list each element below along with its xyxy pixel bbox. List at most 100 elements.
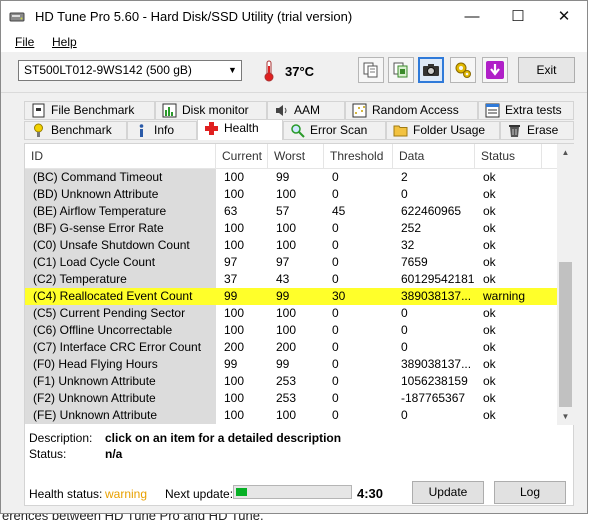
chevron-down-icon[interactable]: ▼ <box>224 61 241 80</box>
column-header-threshold[interactable]: Threshold <box>324 144 393 168</box>
tab-aam[interactable]: AAM <box>267 101 345 120</box>
tab-label: AAM <box>294 103 321 117</box>
table-row[interactable]: (BE) Airflow Temperature 63 57 45 622460965 o… <box>25 203 557 220</box>
cell-worst: 253 <box>276 391 297 405</box>
tab-disk-monitor[interactable]: Disk monitor <box>155 101 267 120</box>
cell-current: 37 <box>224 272 238 286</box>
cell-status: ok <box>483 221 496 235</box>
scroll-down-icon[interactable]: ▼ <box>557 408 574 425</box>
cell-threshold: 0 <box>332 306 339 320</box>
screenshot-button[interactable] <box>418 57 444 83</box>
cell-current: 200 <box>224 340 245 354</box>
table-row[interactable]: (FE) Unknown Attribute 100 100 0 0 ok <box>25 407 557 424</box>
options-button[interactable] <box>450 57 476 83</box>
tab-label: Disk monitor <box>182 103 249 117</box>
tab-error-scan[interactable]: Error Scan <box>283 121 386 140</box>
cell-data: 0 <box>401 306 408 320</box>
maximize-button[interactable]: ☐ <box>495 1 541 32</box>
scroll-up-icon[interactable]: ▲ <box>557 144 574 161</box>
cell-id: (F0) Head Flying Hours <box>25 356 216 373</box>
table-row[interactable]: (C1) Load Cycle Count 97 97 0 7659 ok <box>25 254 557 271</box>
copy-info-button[interactable] <box>358 57 384 83</box>
smart-table: ID Current Worst Threshold Data Status (… <box>25 144 574 425</box>
cell-threshold: 0 <box>332 272 339 286</box>
close-button[interactable]: ✕ <box>541 1 587 32</box>
cell-data: 32 <box>401 238 415 252</box>
cell-status: ok <box>483 272 496 286</box>
cell-id: (C6) Offline Uncorrectable <box>25 322 216 339</box>
vertical-scrollbar[interactable]: ▲ ▼ <box>557 144 574 425</box>
description-label: Description: <box>29 431 93 445</box>
save-report-button[interactable] <box>482 57 508 83</box>
cell-worst: 100 <box>276 306 297 320</box>
cell-status: ok <box>483 170 496 184</box>
cell-worst: 100 <box>276 408 297 422</box>
cell-data: 622460965 <box>401 204 462 218</box>
drive-select[interactable]: ST500LT012-9WS142 (500 gB) ▼ <box>18 60 242 81</box>
cell-threshold: 0 <box>332 408 339 422</box>
cell-threshold: 0 <box>332 323 339 337</box>
extra-tests-icon <box>485 103 500 118</box>
title-bar: HD Tune Pro 5.60 - Hard Disk/SSD Utility… <box>1 1 587 32</box>
table-row[interactable]: (C0) Unsafe Shutdown Count 100 100 0 32 ok <box>25 237 557 254</box>
cell-id: (FE) Unknown Attribute <box>25 407 216 424</box>
app-disk-icon <box>9 12 25 22</box>
table-row[interactable]: (F2) Unknown Attribute 100 253 0 -187765367 o… <box>25 390 557 407</box>
cell-threshold: 0 <box>332 187 339 201</box>
column-header-status[interactable]: Status <box>475 144 542 168</box>
cell-data: 7659 <box>401 255 428 269</box>
cell-worst: 200 <box>276 340 297 354</box>
exit-button[interactable]: Exit <box>518 57 575 83</box>
menu-file[interactable]: File <box>15 35 34 49</box>
log-button[interactable]: Log <box>494 481 566 504</box>
tab-random-access[interactable]: Random Access <box>345 101 478 120</box>
minimize-button[interactable]: — <box>449 1 495 32</box>
table-row[interactable]: (C6) Offline Uncorrectable 100 100 0 0 ok <box>25 322 557 339</box>
tab-extra-tests[interactable]: Extra tests <box>478 101 574 120</box>
tab-health[interactable]: Health <box>197 119 283 140</box>
column-header-worst[interactable]: Worst <box>268 144 324 168</box>
tab-label: Info <box>154 123 175 137</box>
cell-id: (C0) Unsafe Shutdown Count <box>25 237 216 254</box>
update-button[interactable]: Update <box>412 481 484 504</box>
table-row[interactable]: (BC) Command Timeout 100 99 0 2 ok <box>25 169 557 186</box>
cell-id: (F2) Unknown Attribute <box>25 390 216 407</box>
app-window: HD Tune Pro 5.60 - Hard Disk/SSD Utility… <box>0 0 588 514</box>
cell-id: (C4) Reallocated Event Count <box>25 288 216 305</box>
cell-id: (BF) G-sense Error Rate <box>25 220 216 237</box>
cell-current: 100 <box>224 408 245 422</box>
table-row[interactable]: (BD) Unknown Attribute 100 100 0 0 ok <box>25 186 557 203</box>
cell-data: -187765367 <box>401 391 466 405</box>
cell-threshold: 0 <box>332 170 339 184</box>
tab-benchmark[interactable]: Benchmark <box>24 121 127 140</box>
cell-worst: 43 <box>276 272 290 286</box>
tab-folder-usage[interactable]: Folder Usage <box>386 121 500 140</box>
tab-label: Health <box>224 121 259 135</box>
tab-file-benchmark[interactable]: File Benchmark <box>24 101 155 120</box>
menu-help[interactable]: Help <box>52 35 77 49</box>
cell-data: 1056238159 <box>401 374 468 388</box>
table-row[interactable]: (C4) Reallocated Event Count 99 99 30 389038… <box>25 288 557 305</box>
column-header-data[interactable]: Data <box>393 144 475 168</box>
table-row[interactable]: (C2) Temperature 37 43 0 60129542181 ok <box>25 271 557 288</box>
table-row[interactable]: (F0) Head Flying Hours 99 99 0 389038137... o… <box>25 356 557 373</box>
cell-threshold: 0 <box>332 238 339 252</box>
table-row[interactable]: (BF) G-sense Error Rate 100 100 0 252 ok <box>25 220 557 237</box>
health-cross-icon <box>205 122 218 135</box>
column-header-current[interactable]: Current <box>216 144 268 168</box>
tab-erase[interactable]: Erase <box>500 121 574 140</box>
save-button[interactable] <box>388 57 414 83</box>
copy-info-icon <box>363 62 378 78</box>
tab-label: Error Scan <box>310 123 368 137</box>
table-row[interactable]: (C7) Interface CRC Error Count 200 200 0 0 ok <box>25 339 557 356</box>
random-access-icon <box>352 103 367 118</box>
table-row[interactable]: (F1) Unknown Attribute 100 253 0 1056238159 o… <box>25 373 557 390</box>
temperature-value: 37°C <box>285 64 315 79</box>
cell-data: 0 <box>401 340 408 354</box>
scrollbar-thumb[interactable] <box>559 262 572 407</box>
health-status-value: warning <box>105 487 148 501</box>
table-row[interactable]: (C5) Current Pending Sector 100 100 0 0 ok <box>25 305 557 322</box>
column-header-id[interactable]: ID <box>25 144 216 168</box>
cell-status: ok <box>483 306 496 320</box>
tab-info[interactable]: Info <box>127 121 197 140</box>
